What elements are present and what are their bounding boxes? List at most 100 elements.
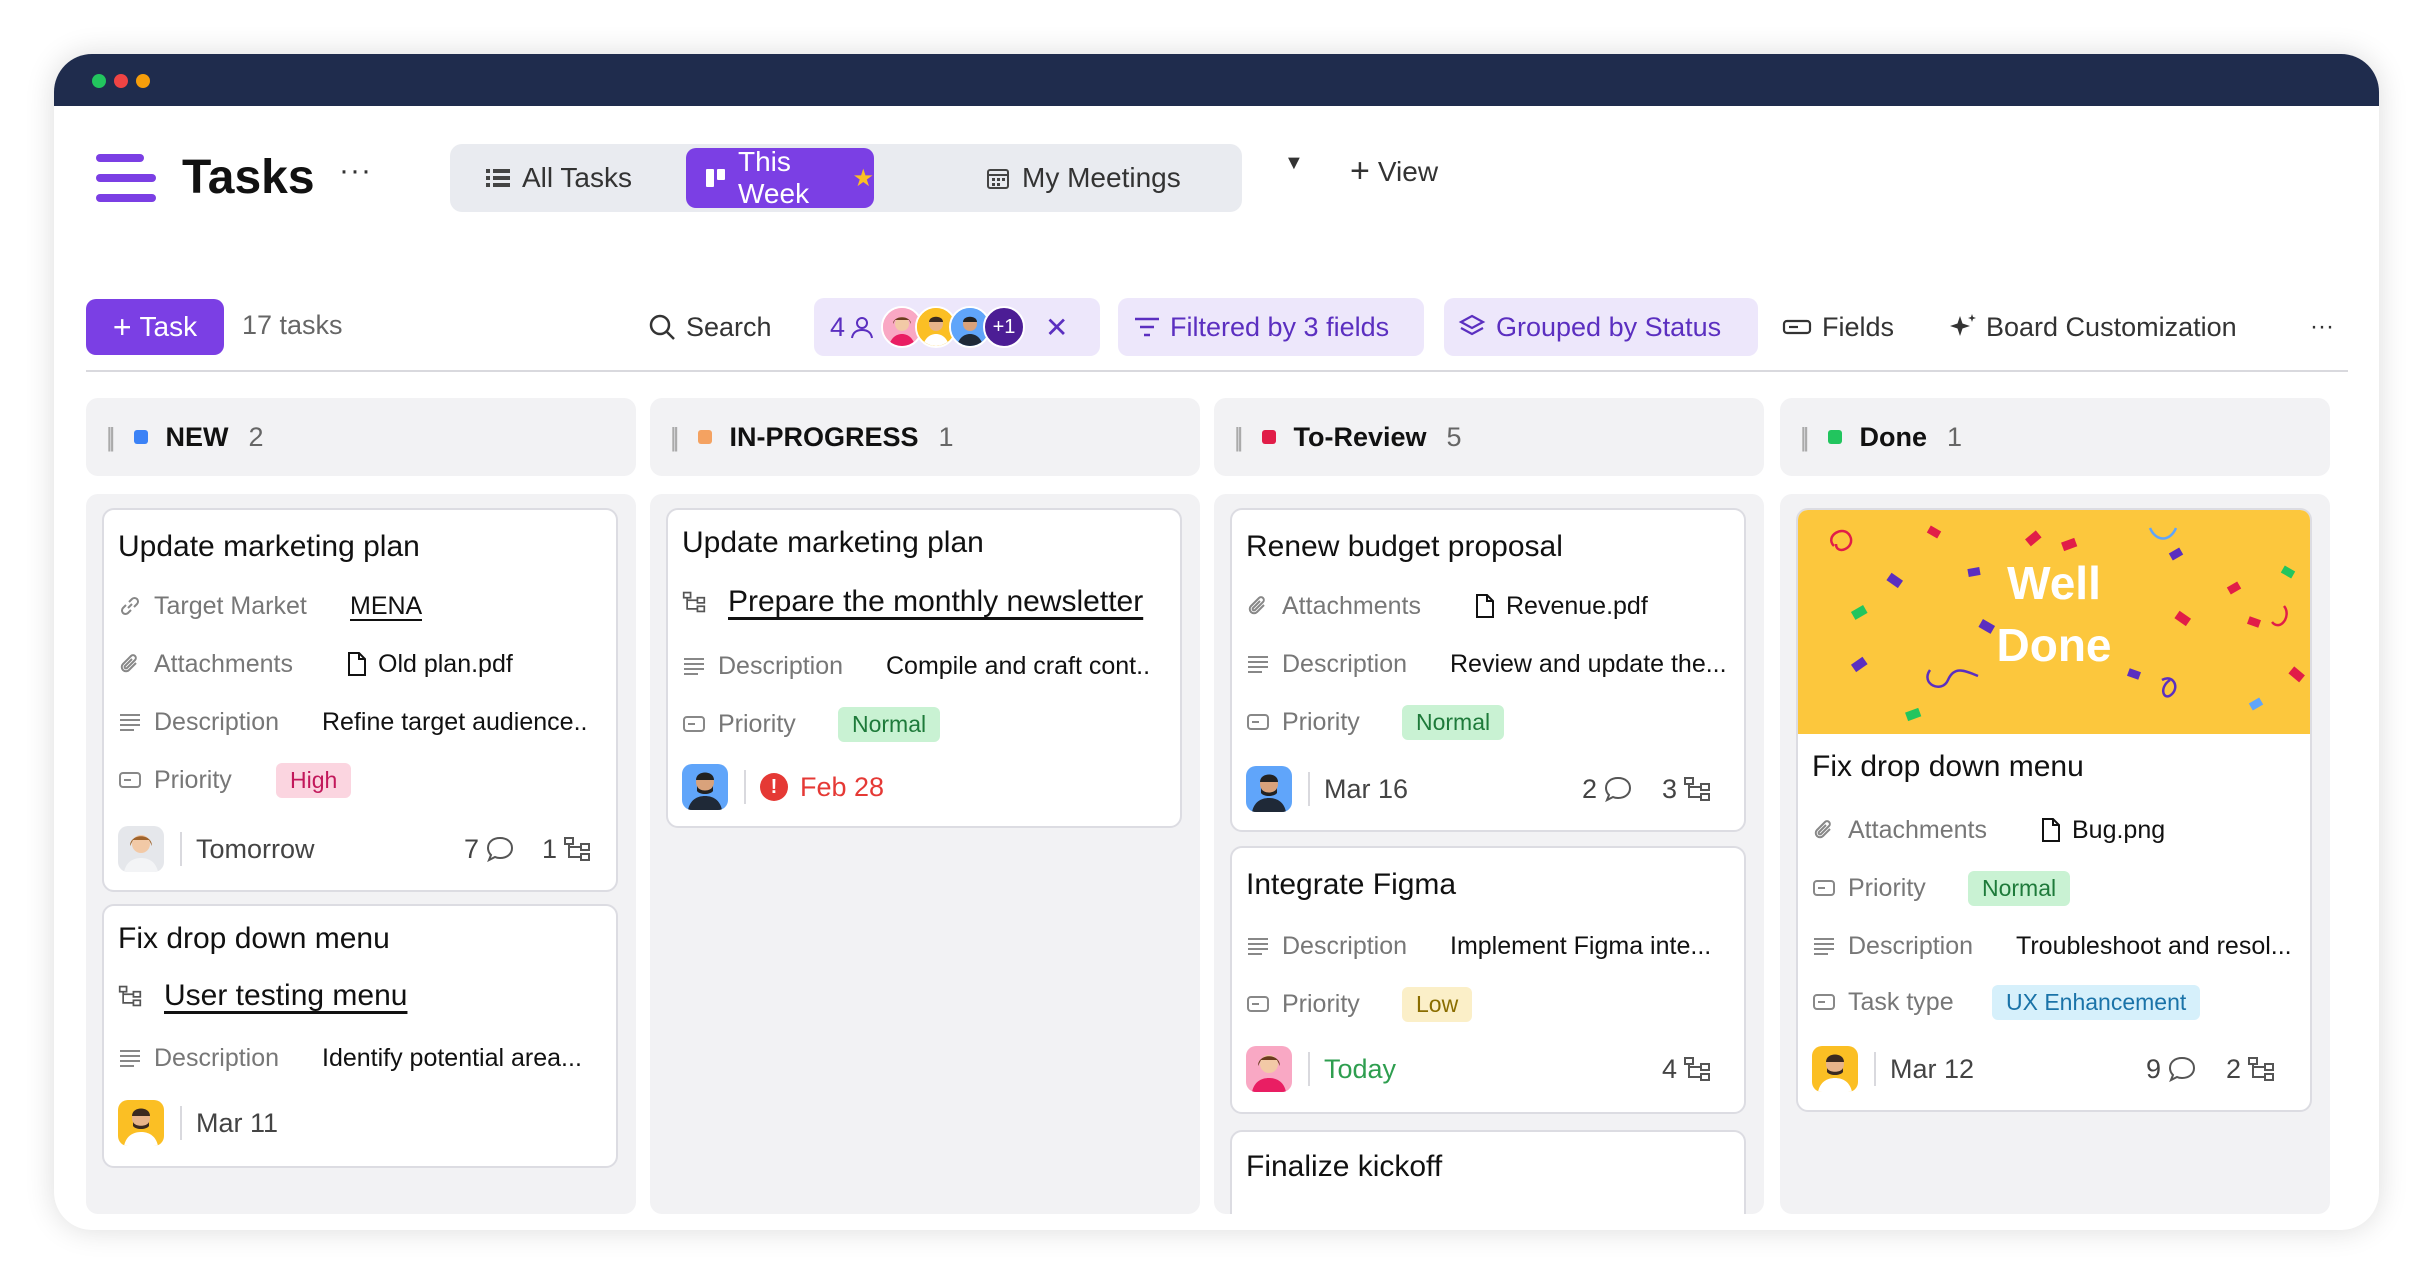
fields-icon: [1782, 317, 1812, 337]
group-button[interactable]: Grouped by Status: [1444, 298, 1758, 356]
column-to-review: || To-Review 5 Renew budget proposal Att…: [1214, 398, 1764, 1214]
field-row: Attachments Revenue.pdf: [1246, 586, 1736, 626]
add-task-button[interactable]: + Task: [86, 299, 224, 355]
comments-count[interactable]: 2: [1582, 774, 1633, 805]
fields-label: Fields: [1822, 311, 1895, 342]
views-dropdown-button[interactable]: ▼: [1284, 152, 1304, 175]
fields-button[interactable]: Fields: [1782, 298, 1894, 356]
field-row: Description Review and update the...: [1246, 644, 1736, 684]
field-label: Attachments: [1848, 815, 1987, 844]
due-date[interactable]: Tomorrow: [196, 834, 315, 865]
search-button[interactable]: Search: [648, 298, 772, 356]
card-title: Finalize kickoff: [1246, 1150, 1443, 1183]
window-dot-orange[interactable]: [136, 74, 150, 88]
field-label: Priority: [1282, 989, 1360, 1018]
comments-count[interactable]: 7: [464, 834, 515, 865]
caret-down-icon: ▼: [1284, 152, 1304, 174]
filter-button[interactable]: Filtered by 3 fields: [1118, 298, 1424, 356]
task-card[interactable]: Integrate Figma Description Implement Fi…: [1230, 846, 1746, 1114]
man-avatar[interactable]: [682, 764, 728, 810]
drag-handle-icon[interactable]: ||: [1234, 422, 1243, 453]
window-dot-red[interactable]: [114, 74, 128, 88]
due-date[interactable]: Feb 28: [800, 772, 884, 803]
field-label: Priority: [718, 709, 796, 738]
task-card[interactable]: Renew budget proposal Attachments Revenu…: [1230, 508, 1746, 832]
man-avatar[interactable]: [1246, 766, 1292, 812]
priority-badge[interactable]: Low: [1402, 986, 1473, 1022]
priority-badge[interactable]: High: [276, 762, 352, 798]
field-value[interactable]: MENA: [350, 592, 422, 621]
column-header[interactable]: || NEW 2: [86, 398, 636, 476]
assignee-filter[interactable]: 4 +1 ✕: [814, 298, 1100, 356]
toolbar-more-button[interactable]: ···: [2310, 298, 2334, 356]
tab-this-week[interactable]: This Week ★: [686, 146, 874, 209]
subtask-row[interactable]: Prepare the monthly newsletter: [682, 582, 1172, 622]
group-label: Grouped by Status: [1496, 311, 1722, 342]
priority-icon: [1246, 712, 1270, 732]
card-cover: Well Done: [1798, 510, 2310, 734]
tab-all-tasks[interactable]: All Tasks: [486, 148, 632, 208]
task-type-badge[interactable]: UX Enhancement: [1992, 984, 2201, 1020]
column-header[interactable]: || Done 1: [1780, 398, 2330, 476]
man-avatar[interactable]: [118, 1100, 164, 1146]
priority-badge[interactable]: Normal: [1402, 704, 1505, 740]
attachment[interactable]: Revenue.pdf: [1474, 592, 1648, 621]
tab-my-meetings[interactable]: My Meetings: [986, 148, 1181, 208]
footer-divider: [180, 832, 182, 866]
subtasks-count[interactable]: 2: [2226, 1054, 2275, 1085]
attachment[interactable]: Old plan.pdf: [346, 650, 513, 679]
close-icon[interactable]: ✕: [1045, 311, 1068, 344]
drag-handle-icon[interactable]: ||: [670, 422, 679, 453]
column-count: 1: [1947, 421, 1963, 452]
drag-handle-icon[interactable]: ||: [106, 422, 115, 453]
due-date[interactable]: Today: [1324, 1054, 1396, 1085]
priority-badge[interactable]: Normal: [1968, 870, 2071, 906]
priority-badge[interactable]: Normal: [838, 706, 941, 742]
view-tabs: All Tasks This Week ★ My Meetings: [450, 144, 1242, 212]
due-date[interactable]: Mar 11: [196, 1108, 278, 1139]
field-row: Description Troubleshoot and resol...: [1812, 926, 2302, 966]
field-row: Attachments Old plan.pdf: [118, 644, 608, 684]
task-card[interactable]: Update marketing plan Target Market MENA…: [102, 508, 618, 892]
column-header[interactable]: || IN-PROGRESS 1: [650, 398, 1200, 476]
column-count: 1: [938, 421, 954, 452]
due-date[interactable]: Mar 12: [1890, 1054, 1974, 1085]
comments-count[interactable]: 9: [2146, 1054, 2197, 1085]
attachment[interactable]: Bug.png: [2040, 816, 2165, 845]
subtask-row[interactable]: User testing menu: [118, 976, 608, 1016]
due-date[interactable]: Mar 16: [1324, 774, 1408, 805]
woman-avatar[interactable]: [1246, 1046, 1292, 1092]
comments-number: 9: [2146, 1053, 2162, 1084]
field-label: Priority: [1282, 707, 1360, 736]
add-view-label: View: [1377, 155, 1439, 187]
title-more-button[interactable]: ···: [339, 154, 372, 188]
paperclip-icon: [118, 652, 142, 676]
woman-avatar[interactable]: [118, 826, 164, 872]
window-dot-green[interactable]: [92, 74, 106, 88]
column-body: Update marketing plan Target Market MENA…: [86, 494, 636, 1214]
subtask-icon: [1683, 776, 1711, 802]
tasktype-icon: [1812, 992, 1836, 1012]
link-icon: [118, 594, 142, 618]
footer-divider: [1874, 1052, 1876, 1086]
task-card[interactable]: Fix drop down menu User testing menu Des…: [102, 904, 618, 1168]
plus-icon: +: [112, 308, 132, 345]
priority-icon: [1812, 878, 1836, 898]
task-card[interactable]: Update marketing plan Prepare the monthl…: [666, 508, 1182, 828]
task-card[interactable]: Well Done Fix drop down menu Attachments…: [1796, 508, 2312, 1112]
field-label: Priority: [154, 765, 232, 794]
subtasks-count[interactable]: 3: [1662, 774, 1711, 805]
man-avatar[interactable]: [1812, 1046, 1858, 1092]
column-done: || Done 1 Well Done Fix drop down menu A…: [1780, 398, 2330, 1214]
task-card[interactable]: Finalize kickoff: [1230, 1130, 1746, 1214]
field-row: Priority Normal: [1246, 702, 1736, 742]
subtasks-count[interactable]: 1: [542, 834, 591, 865]
drag-handle-icon[interactable]: ||: [1800, 422, 1809, 453]
board-customization-button[interactable]: Board Customization: [1948, 298, 2237, 356]
subtasks-count[interactable]: 4: [1662, 1054, 1711, 1085]
calendar-icon: [986, 166, 1010, 190]
add-view-button[interactable]: + View: [1350, 152, 1438, 191]
column-header[interactable]: || To-Review 5: [1214, 398, 1764, 476]
card-footer: Today 4: [1246, 1044, 1736, 1094]
menu-icon[interactable]: [96, 154, 156, 202]
